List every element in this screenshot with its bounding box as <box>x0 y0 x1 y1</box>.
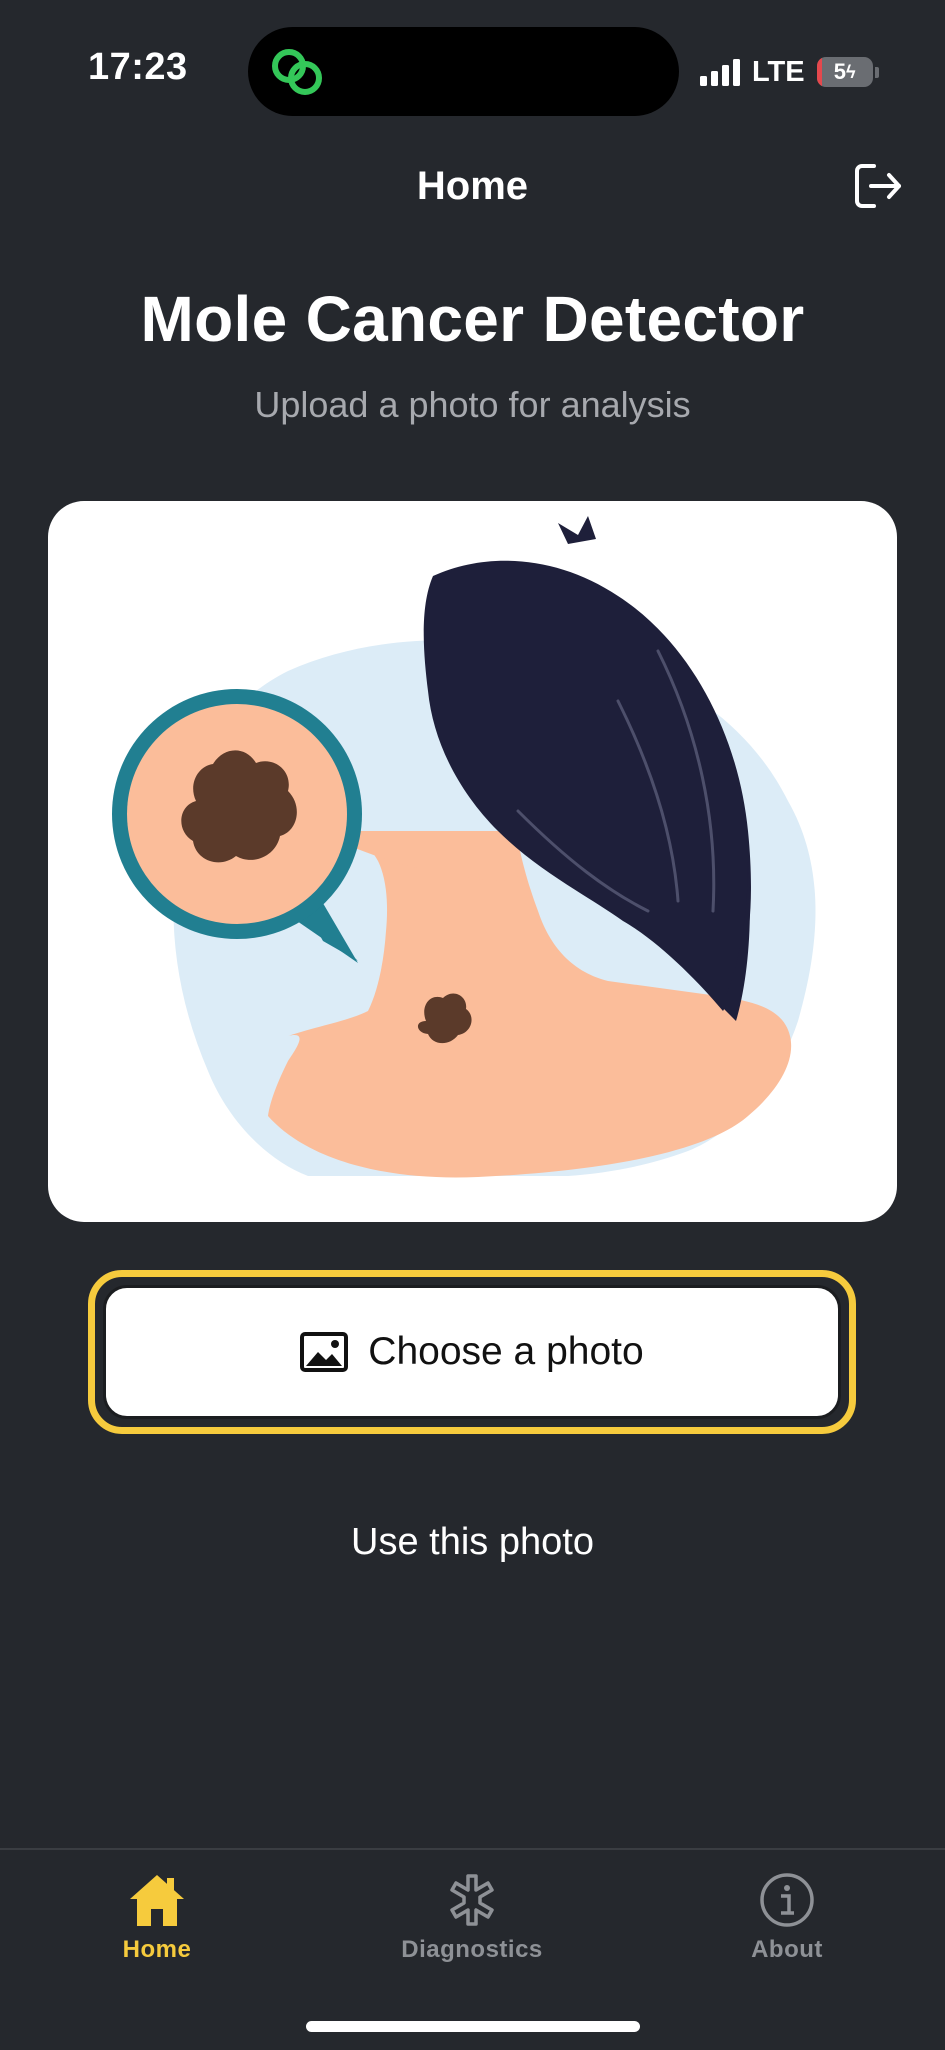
status-bar: 17:23 LTE 5ϟ <box>0 0 945 140</box>
choose-photo-label: Choose a photo <box>368 1330 644 1373</box>
image-icon <box>300 1332 349 1372</box>
tab-label-about: About <box>751 1936 823 1963</box>
status-time: 17:23 <box>88 46 188 88</box>
app-subtitle: Upload a photo for analysis <box>254 384 691 425</box>
tab-diagnostics[interactable]: Diagnostics <box>352 1870 592 1964</box>
choose-photo-button-focus-ring[interactable]: Choose a photo <box>88 1270 856 1434</box>
app-title: Mole Cancer Detector <box>140 283 805 355</box>
page-title: Home <box>416 164 529 208</box>
tab-about[interactable]: About <box>667 1870 907 1964</box>
network-type: LTE <box>752 55 805 88</box>
asterisk-icon <box>450 1874 494 1926</box>
status-indicators: LTE 5ϟ <box>700 52 879 92</box>
tab-bar: Home Diagnostics About <box>0 1848 945 2050</box>
battery-level: 5 <box>833 59 846 84</box>
mole-illustration-image <box>112 516 816 1178</box>
cellular-signal-icon <box>700 58 740 86</box>
use-photo-button[interactable]: Use this photo <box>0 1521 945 1564</box>
home-indicator[interactable] <box>306 2021 640 2032</box>
tab-label-diagnostics: Diagnostics <box>401 1936 543 1963</box>
choose-photo-button[interactable]: Choose a photo <box>103 1285 841 1419</box>
battery-charging-icon: 5ϟ <box>816 57 873 87</box>
tab-label-home: Home <box>122 1936 192 1963</box>
link-app-icon <box>272 49 322 95</box>
home-icon <box>130 1875 184 1926</box>
mole-illustration <box>48 501 897 1222</box>
logout-icon[interactable] <box>852 160 904 212</box>
info-icon <box>760 1873 814 1927</box>
dynamic-island <box>248 27 679 116</box>
tab-home[interactable]: Home <box>37 1870 277 1964</box>
